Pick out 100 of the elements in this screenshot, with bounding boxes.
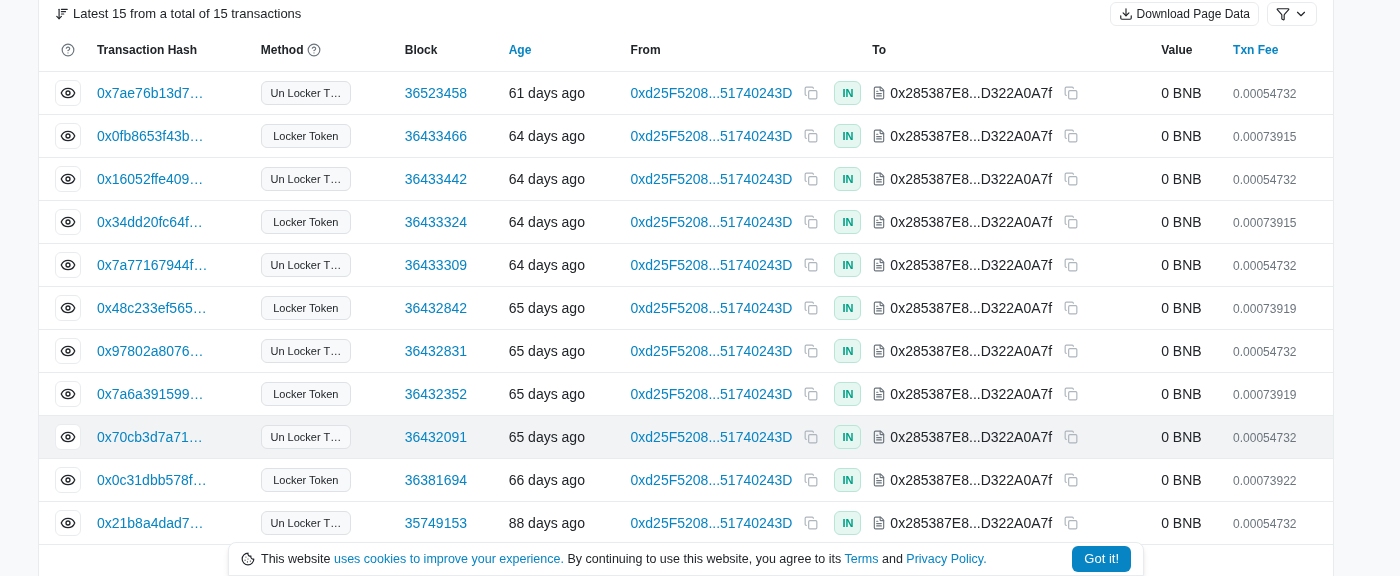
copy-icon[interactable] <box>1064 430 1079 444</box>
direction-badge: IN <box>834 167 862 191</box>
help-icon[interactable] <box>60 42 75 57</box>
transaction-hash-link[interactable]: 0x7a77167944f… <box>96 256 208 273</box>
from-address-link[interactable]: 0xd25F5208...51740243D <box>630 82 793 104</box>
value-text: 0 BNB <box>1161 428 1202 445</box>
copy-icon[interactable] <box>1064 516 1079 530</box>
copy-icon[interactable] <box>804 258 819 272</box>
from-address-link[interactable]: 0xd25F5208...51740243D <box>630 426 793 448</box>
copy-icon[interactable] <box>1064 473 1079 487</box>
value-text: 0 BNB <box>1161 514 1202 531</box>
method-badge: Locker Token <box>260 467 351 493</box>
help-icon[interactable] <box>307 42 322 57</box>
from-address-link[interactable]: 0xd25F5208...51740243D <box>630 469 793 491</box>
block-link[interactable]: 36433324 <box>404 213 467 230</box>
from-address-link[interactable]: 0xd25F5208...51740243D <box>630 340 793 362</box>
to-address: 0x285387E8...D322A0A7f <box>890 298 1053 318</box>
block-link[interactable]: 36432831 <box>404 342 467 359</box>
copy-icon[interactable] <box>804 387 819 401</box>
download-icon <box>1118 7 1133 21</box>
block-link[interactable]: 35749153 <box>404 514 467 531</box>
transaction-hash-link[interactable]: 0x70cb3d7a71… <box>96 428 203 445</box>
block-link[interactable]: 36433442 <box>404 170 467 187</box>
copy-icon[interactable] <box>1064 129 1079 143</box>
block-link[interactable]: 36523458 <box>404 84 467 101</box>
transaction-hash-link[interactable]: 0x48c233ef565… <box>96 299 207 316</box>
transaction-hash-link[interactable]: 0x21b8a4dad7… <box>96 514 204 531</box>
transaction-hash-link[interactable]: 0x7ae76b13d7… <box>96 84 204 101</box>
view-button[interactable] <box>54 123 81 149</box>
copy-icon[interactable] <box>804 172 819 186</box>
column-header[interactable]: Age <box>508 40 532 59</box>
copy-icon[interactable] <box>1064 215 1079 229</box>
view-button[interactable] <box>54 467 81 493</box>
block-link[interactable]: 36432352 <box>404 385 467 402</box>
from-address-link[interactable]: 0xd25F5208...51740243D <box>630 297 793 319</box>
table-row[interactable]: 0x70cb3d7a71… Un Locker T… 36432091 65 days ago 0xd25F5208...51740243D IN 0x285387E8...D322A0A7f 0 BNB 0.00054732 <box>39 416 1333 459</box>
block-link[interactable]: 36433309 <box>404 256 467 273</box>
block-link[interactable]: 36381694 <box>404 471 467 488</box>
from-address-link[interactable]: 0xd25F5208...51740243D <box>630 211 793 233</box>
view-button[interactable] <box>54 381 81 407</box>
eye-icon <box>59 472 76 488</box>
cookie-policy-link[interactable]: uses cookies to improve your experience. <box>333 551 564 566</box>
view-button[interactable] <box>54 252 81 278</box>
from-address-link[interactable]: 0xd25F5208...51740243D <box>630 254 793 276</box>
txn-fee-text: 0.00054732 <box>1233 86 1297 101</box>
document-icon <box>872 129 887 143</box>
download-button[interactable]: Download Page Data <box>1109 2 1259 26</box>
block-link[interactable]: 36432091 <box>404 428 467 445</box>
method-badge: Un Locker T… <box>260 80 351 106</box>
txn-fee-text: 0.00054732 <box>1233 172 1297 187</box>
view-button[interactable] <box>54 166 81 192</box>
copy-icon[interactable] <box>804 430 819 444</box>
view-button[interactable] <box>54 424 81 450</box>
copy-icon[interactable] <box>1064 86 1079 100</box>
copy-icon[interactable] <box>1064 172 1079 186</box>
transaction-hash-link[interactable]: 0x34dd20fc64f… <box>96 213 203 230</box>
view-button[interactable] <box>54 510 81 536</box>
transaction-hash-link[interactable]: 0x16052ffe409… <box>96 170 204 187</box>
view-button[interactable] <box>54 295 81 321</box>
filter-button[interactable] <box>1267 2 1317 26</box>
privacy-policy-link[interactable]: Privacy Policy. <box>906 551 987 566</box>
method-badge: Un Locker T… <box>260 510 351 536</box>
copy-icon[interactable] <box>1064 387 1079 401</box>
copy-icon[interactable] <box>804 86 819 100</box>
view-button[interactable] <box>54 80 81 106</box>
block-link[interactable]: 36432842 <box>404 299 467 316</box>
from-address-link[interactable]: 0xd25F5208...51740243D <box>630 125 793 147</box>
document-icon <box>872 516 887 530</box>
from-address-link[interactable]: 0xd25F5208...51740243D <box>630 512 793 534</box>
got-it-button[interactable]: Got it! <box>1072 546 1131 572</box>
column-header: From <box>630 41 661 59</box>
copy-icon[interactable] <box>804 473 819 487</box>
value-text: 0 BNB <box>1161 127 1202 144</box>
column-header[interactable]: Txn Fee <box>1233 40 1279 59</box>
transaction-hash-link[interactable]: 0x0c31dbb578f… <box>96 471 207 488</box>
value-text: 0 BNB <box>1161 471 1202 488</box>
copy-icon[interactable] <box>804 344 819 358</box>
eye-icon <box>59 171 76 187</box>
copy-icon[interactable] <box>1064 301 1079 315</box>
block-link[interactable]: 36433466 <box>404 127 467 144</box>
cookie-text: This website uses cookies to improve your experience. By continuing to use this website, you agree to its Terms and Privacy Policy. <box>261 550 987 568</box>
view-button[interactable] <box>54 338 81 364</box>
view-button[interactable] <box>54 209 81 235</box>
copy-icon[interactable] <box>1064 258 1079 272</box>
txn-fee-text: 0.00054732 <box>1233 430 1297 445</box>
copy-icon[interactable] <box>1064 344 1079 358</box>
transaction-hash-link[interactable]: 0x97802a8076… <box>96 342 204 359</box>
method-badge: Locker Token <box>260 123 351 149</box>
copy-icon[interactable] <box>804 516 819 530</box>
from-address-link[interactable]: 0xd25F5208...51740243D <box>630 168 793 190</box>
terms-link[interactable]: Terms <box>844 551 879 566</box>
transaction-hash-link[interactable]: 0x7a6a391599… <box>96 385 204 402</box>
copy-icon[interactable] <box>804 215 819 229</box>
transaction-hash-link[interactable]: 0x0fb8653f43b… <box>96 127 204 144</box>
txn-fee-text: 0.00073922 <box>1233 473 1297 488</box>
from-address-link[interactable]: 0xd25F5208...51740243D <box>630 383 793 405</box>
copy-icon[interactable] <box>804 301 819 315</box>
eye-icon <box>59 214 76 230</box>
document-icon <box>872 258 887 272</box>
copy-icon[interactable] <box>804 129 819 143</box>
